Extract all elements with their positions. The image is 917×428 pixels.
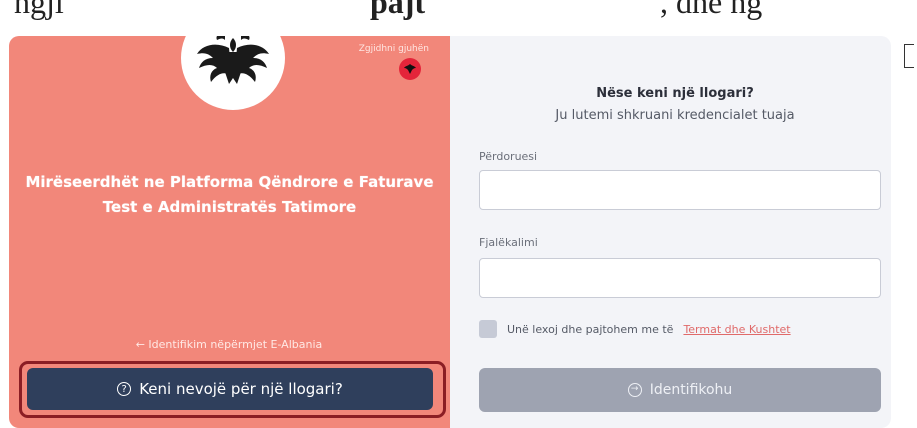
login-button-label: Identifikohu <box>649 382 733 398</box>
caption-fragment: , dhe ng <box>660 0 763 20</box>
branding-panel: Zgjidhni gjuhën Mirëseerdhët ne Platform… <box>9 36 450 428</box>
login-button[interactable]: → Identifikohu <box>479 368 881 412</box>
login-arrow-icon: → <box>627 383 642 397</box>
caption-fragment: ngji <box>14 0 64 20</box>
username-input[interactable] <box>479 170 881 210</box>
flag-icon[interactable] <box>399 58 421 80</box>
terms-checkbox[interactable] <box>479 320 497 338</box>
emblem-badge <box>181 36 285 110</box>
terms-row: Unë lexoj dhe pajtohem me të Termat dhe … <box>479 320 791 338</box>
password-input[interactable] <box>479 258 881 298</box>
caption-fragment-bold: pajt <box>370 0 426 20</box>
question-circle-icon: ? <box>117 382 132 396</box>
login-card: Zgjidhni gjuhën Mirëseerdhët ne Platform… <box>9 36 891 428</box>
ealbania-login-link[interactable]: ← Identifikim nëpërmjet E-Albania <box>59 338 399 351</box>
login-subtitle: Ju lutemi shkruani kredencialet tuaja <box>555 108 795 123</box>
background-document-text: ngji pajt , dhe ng <box>0 0 917 36</box>
password-label: Fjalëkalimi <box>479 236 538 249</box>
need-account-label: Keni nevojë për një llogari? <box>139 380 343 398</box>
terms-link[interactable]: Termat dhe Kushtet <box>683 323 790 336</box>
login-panel: Nëse keni një llogari? Ju lutemi shkruan… <box>450 36 891 428</box>
page-edge-marker <box>904 44 914 68</box>
albanian-eagle-icon <box>197 36 269 84</box>
username-label: Përdoruesi <box>479 150 538 163</box>
terms-text: Unë lexoj dhe pajtohem me të <box>507 322 674 336</box>
login-title: Nëse keni një llogari? <box>596 86 754 101</box>
need-account-button[interactable]: ? Keni nevojë për një llogari? <box>27 368 433 410</box>
language-selector-label[interactable]: Zgjidhni gjuhën <box>319 44 429 54</box>
welcome-heading: Mirëseerdhët ne Platforma Qëndrore e Fat… <box>25 173 434 216</box>
